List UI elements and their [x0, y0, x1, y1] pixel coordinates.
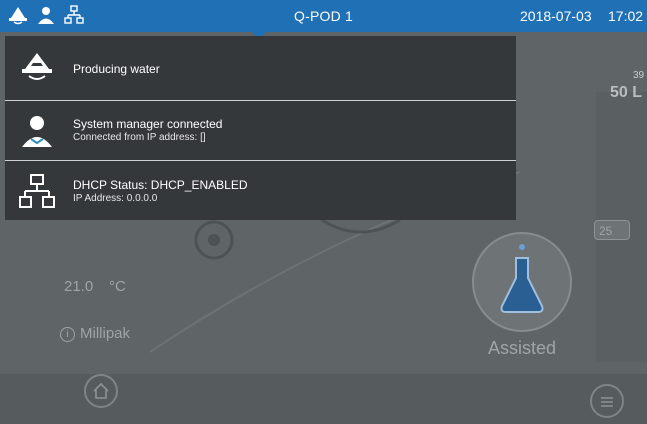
flask-icon	[500, 244, 544, 313]
water-drop-icon	[19, 50, 55, 86]
notification-title: Producing water	[73, 62, 160, 76]
notification-title: DHCP Status: DHCP_ENABLED	[73, 178, 248, 192]
user-icon	[19, 113, 55, 149]
notification-title: System manager connected	[73, 117, 223, 131]
notification-subtitle: IP Address: 0.0.0.0	[73, 193, 158, 204]
volume-display: 50 L	[610, 84, 643, 101]
assisted-label: Assisted	[488, 338, 557, 358]
notification-panel: Producing water System manager connected…	[5, 36, 516, 220]
menu-icon	[601, 397, 613, 407]
info-icon: i	[60, 327, 75, 342]
notification-system-manager[interactable]: System manager connected Connected from …	[5, 101, 516, 160]
status-time: 17:02	[608, 8, 644, 24]
status-date: 2018-07-03	[520, 8, 592, 24]
temperature-value: 21.0	[64, 278, 94, 295]
notification-dhcp-status[interactable]: DHCP Status: DHCP_ENABLED IP Address: 0.…	[5, 161, 516, 220]
notification-subtitle: Connected from IP address: []	[73, 132, 206, 143]
assisted-dispense-button[interactable]	[472, 232, 572, 332]
millipak-label[interactable]: i Millipak	[60, 325, 130, 342]
status-bar: Q-POD 1 2018-07-03 17:02	[0, 0, 647, 32]
volume-preset[interactable]: 25	[594, 220, 630, 240]
home-icon	[93, 382, 109, 399]
network-icon	[19, 173, 55, 209]
notification-producing-water[interactable]: Producing water	[5, 36, 516, 100]
temperature-unit: °C	[109, 278, 126, 295]
millipak-text: Millipak	[80, 325, 131, 342]
volume-counter-small: 39	[633, 70, 645, 81]
home-button[interactable]	[84, 374, 118, 408]
menu-button[interactable]	[590, 384, 624, 418]
